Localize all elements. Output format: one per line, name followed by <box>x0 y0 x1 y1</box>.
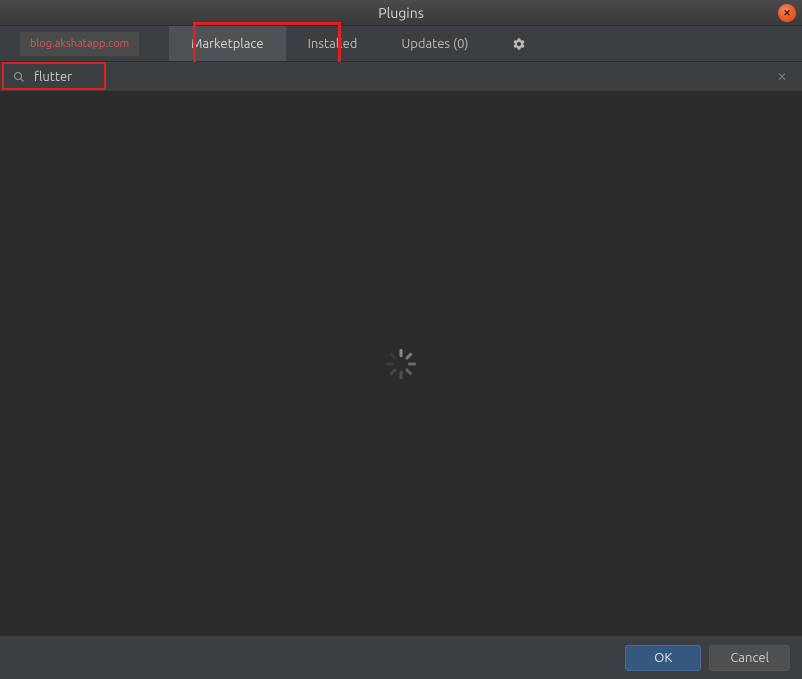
ok-button[interactable]: OK <box>625 645 701 671</box>
loading-spinner-icon <box>386 349 416 379</box>
content-area <box>0 92 802 635</box>
tab-updates[interactable]: Updates (0) <box>379 26 490 61</box>
tab-bar: blog.akshatapp.com Marketplace Installed… <box>0 26 802 62</box>
search-input[interactable] <box>34 70 774 84</box>
footer-bar: OK Cancel <box>0 635 802 679</box>
window-title: Plugins <box>378 5 424 21</box>
tab-installed[interactable]: Installed <box>286 26 380 61</box>
tab-marketplace[interactable]: Marketplace <box>169 26 285 61</box>
plugins-window: Plugins blog.akshatapp.com Marketplace I… <box>0 0 802 679</box>
titlebar: Plugins <box>0 0 802 26</box>
watermark-label: blog.akshatapp.com <box>20 32 139 56</box>
gear-icon[interactable] <box>511 36 527 52</box>
close-icon[interactable] <box>778 4 796 22</box>
search-icon <box>12 70 26 84</box>
cancel-button[interactable]: Cancel <box>709 645 790 671</box>
clear-search-icon[interactable]: ✕ <box>774 69 790 85</box>
search-bar: ✕ <box>0 62 802 92</box>
